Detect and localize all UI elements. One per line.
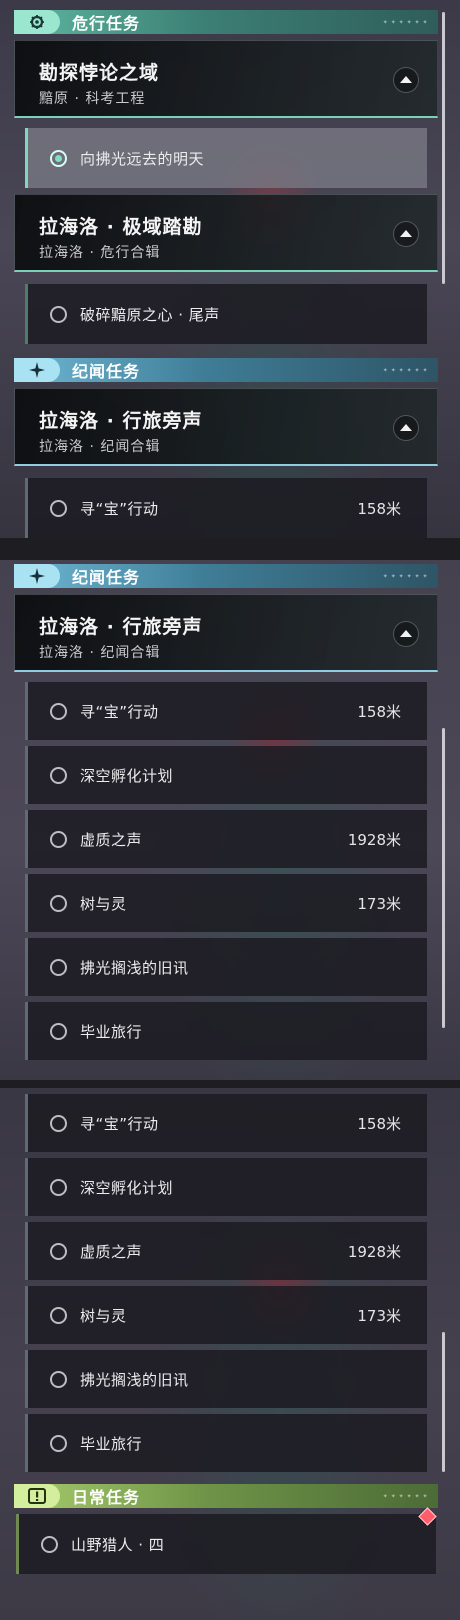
- quest-group-card[interactable]: 拉海洛 · 行旅旁声 拉海洛 · 纪闻合辑: [14, 594, 438, 672]
- quest-name: 拂光搁浅的旧讯: [80, 1370, 189, 1389]
- frame-divider: [0, 538, 460, 560]
- quest-group-name: 拉海洛 · 行旅旁声: [39, 410, 203, 432]
- quest-distance: 158米: [357, 702, 401, 721]
- radio-icon: [50, 766, 67, 784]
- quest-row[interactable]: 拂光搁浅的旧讯: [25, 938, 427, 996]
- quest-name: 破碎黯原之心 · 尾声: [80, 305, 220, 324]
- quest-panel-3: 寻“宝”行动 158米 深空孵化计划 虚质之声 1928米 树与灵 173米 拂…: [0, 1088, 460, 1620]
- quest-name: 虚质之声: [80, 830, 143, 849]
- exclamation-icon: [14, 1484, 60, 1508]
- quest-row-daily[interactable]: 山野猎人 · 四: [16, 1514, 436, 1574]
- quest-panel-1: 危行任务 ✦ ✦ ✦ ✦ ✦ ✦ 勘探悖论之域 黯原 · 科考工程 向拂光远去的…: [0, 0, 460, 538]
- category-title: 日常任务: [72, 1488, 141, 1507]
- quest-name: 毕业旅行: [80, 1022, 143, 1041]
- collapse-button[interactable]: [393, 621, 419, 647]
- quest-row[interactable]: 寻“宝”行动 158米: [25, 682, 427, 740]
- quest-name: 毕业旅行: [80, 1434, 143, 1453]
- category-header-story[interactable]: 纪闻任务 ✦ ✦ ✦ ✦ ✦ ✦: [14, 564, 438, 588]
- header-decoration: ✦ ✦ ✦ ✦ ✦ ✦: [382, 572, 428, 580]
- quest-row[interactable]: 树与灵 173米: [25, 874, 427, 932]
- category-title: 纪闻任务: [72, 362, 141, 381]
- quest-row[interactable]: 虚质之声 1928米: [25, 1222, 427, 1280]
- radio-icon: [50, 702, 67, 720]
- quest-group-subtitle: 拉海洛 · 纪闻合辑: [39, 439, 161, 455]
- quest-name: 向拂光远去的明天: [80, 149, 205, 168]
- header-decoration: ✦ ✦ ✦ ✦ ✦ ✦: [382, 366, 428, 374]
- quest-group-card[interactable]: 勘探悖论之域 黯原 · 科考工程: [14, 40, 438, 118]
- quest-group-card[interactable]: 拉海洛 · 极域踏勘 拉海洛 · 危行合辑: [14, 194, 438, 272]
- triangle-up-icon: [400, 424, 412, 431]
- gear-icon: [14, 10, 60, 34]
- quest-name: 拂光搁浅的旧讯: [80, 958, 189, 977]
- quest-panel-2: 纪闻任务 ✦ ✦ ✦ ✦ ✦ ✦ 拉海洛 · 行旅旁声 拉海洛 · 纪闻合辑 寻…: [0, 560, 460, 1080]
- radio-icon: [50, 1022, 67, 1040]
- quest-row[interactable]: 拂光搁浅的旧讯: [25, 1350, 427, 1408]
- triangle-up-icon: [400, 76, 412, 83]
- radio-icon: [41, 1535, 58, 1553]
- quest-distance: 173米: [357, 1306, 401, 1325]
- radio-icon: [50, 1434, 67, 1452]
- radio-icon: [50, 1242, 67, 1260]
- category-title: 纪闻任务: [72, 568, 141, 587]
- radio-icon: [50, 1306, 67, 1324]
- radio-icon: [50, 305, 67, 323]
- radio-icon: [50, 894, 67, 912]
- quest-group-name: 拉海洛 · 极域踏勘: [39, 216, 203, 238]
- quest-group-subtitle: 拉海洛 · 危行合辑: [39, 245, 161, 261]
- collapse-button[interactable]: [393, 221, 419, 247]
- scrollbar[interactable]: [442, 728, 445, 1028]
- quest-group-subtitle: 拉海洛 · 纪闻合辑: [39, 645, 161, 661]
- quest-name: 寻“宝”行动: [80, 499, 159, 518]
- quest-distance: 158米: [357, 499, 401, 518]
- quest-row[interactable]: 虚质之声 1928米: [25, 810, 427, 868]
- scrollbar[interactable]: [442, 12, 445, 284]
- quest-row[interactable]: 深空孵化计划: [25, 1158, 427, 1216]
- quest-row-tracked[interactable]: 向拂光远去的明天: [25, 128, 427, 188]
- radio-icon: [50, 1370, 67, 1388]
- quest-distance: 173米: [357, 894, 401, 913]
- quest-group-card[interactable]: 拉海洛 · 行旅旁声 拉海洛 · 纪闻合辑: [14, 388, 438, 466]
- triangle-up-icon: [400, 230, 412, 237]
- header-decoration: ✦ ✦ ✦ ✦ ✦ ✦: [382, 18, 428, 26]
- sparkle-icon: [14, 564, 60, 588]
- quest-name: 树与灵: [80, 1306, 127, 1325]
- quest-row[interactable]: 寻“宝”行动 158米: [25, 478, 427, 538]
- quest-name: 深空孵化计划: [80, 766, 174, 785]
- category-title: 危行任务: [72, 14, 141, 33]
- quest-name: 深空孵化计划: [80, 1178, 174, 1197]
- collapse-button[interactable]: [393, 67, 419, 93]
- quest-distance: 158米: [357, 1114, 401, 1133]
- quest-distance: 1928米: [347, 830, 401, 849]
- quest-group-name: 勘探悖论之域: [39, 62, 160, 84]
- quest-name: 虚质之声: [80, 1242, 143, 1261]
- radio-icon: [50, 958, 67, 976]
- frame-divider: [0, 1080, 460, 1088]
- triangle-up-icon: [400, 630, 412, 637]
- header-decoration: ✦ ✦ ✦ ✦ ✦ ✦: [382, 1492, 428, 1500]
- quest-row[interactable]: 毕业旅行: [25, 1414, 427, 1472]
- quest-row[interactable]: 深空孵化计划: [25, 746, 427, 804]
- quest-name: 山野猎人 · 四: [71, 1535, 165, 1554]
- collapse-button[interactable]: [393, 415, 419, 441]
- quest-row[interactable]: 毕业旅行: [25, 1002, 427, 1060]
- radio-icon: [50, 830, 67, 848]
- radio-icon: [50, 1178, 67, 1196]
- quest-row[interactable]: 破碎黯原之心 · 尾声: [25, 284, 427, 344]
- quest-name: 树与灵: [80, 894, 127, 913]
- radio-icon: [50, 499, 67, 517]
- quest-name: 寻“宝”行动: [80, 1114, 159, 1133]
- quest-row[interactable]: 寻“宝”行动 158米: [25, 1094, 427, 1152]
- category-header-story[interactable]: 纪闻任务 ✦ ✦ ✦ ✦ ✦ ✦: [14, 358, 438, 382]
- sparkle-icon: [14, 358, 60, 382]
- quest-row[interactable]: 树与灵 173米: [25, 1286, 427, 1344]
- category-header-danger[interactable]: 危行任务 ✦ ✦ ✦ ✦ ✦ ✦: [14, 10, 438, 34]
- category-header-daily[interactable]: 日常任务 ✦ ✦ ✦ ✦ ✦ ✦: [14, 1484, 438, 1508]
- radio-icon: [50, 149, 67, 167]
- radio-icon: [50, 1114, 67, 1132]
- quest-distance: 1928米: [347, 1242, 401, 1261]
- quest-name: 寻“宝”行动: [80, 702, 159, 721]
- quest-group-subtitle: 黯原 · 科考工程: [39, 91, 146, 107]
- quest-group-name: 拉海洛 · 行旅旁声: [39, 616, 203, 638]
- scrollbar[interactable]: [442, 1332, 445, 1472]
